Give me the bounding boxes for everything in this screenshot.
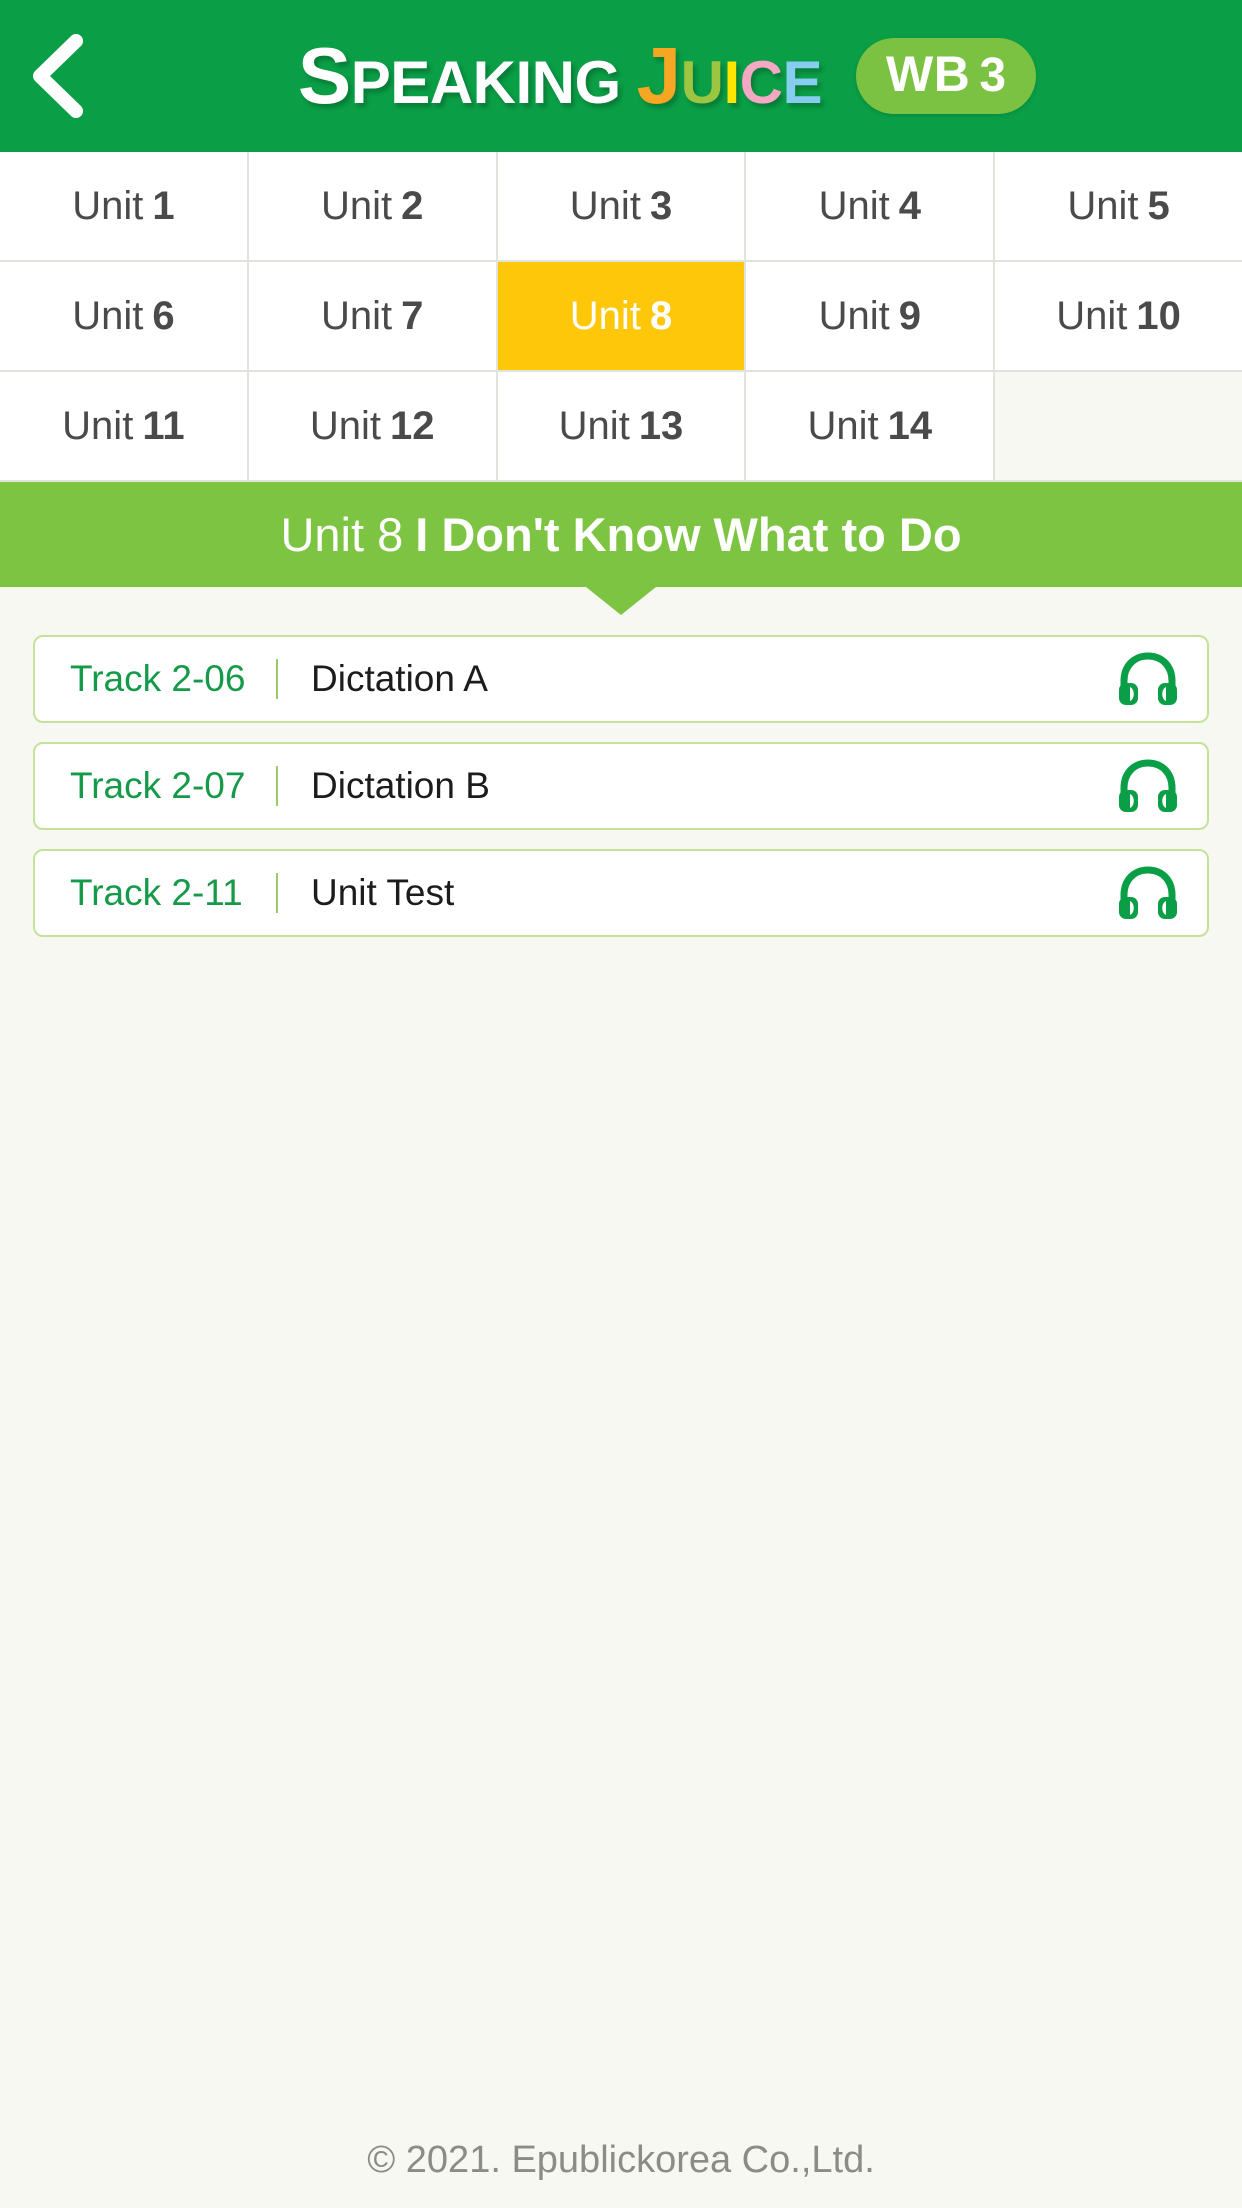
banner-unit-title: I Don't Know What to Do xyxy=(415,508,962,561)
unit-cell-prefix: Unit xyxy=(1056,293,1128,338)
unit-cell-number: 6 xyxy=(152,293,175,338)
logo-peaking: PEAKING xyxy=(350,49,621,116)
track-code: Track 2-11 xyxy=(70,872,243,913)
unit-cell-prefix: Unit xyxy=(72,293,144,338)
unit-cell-prefix: Unit xyxy=(72,183,144,228)
unit-cell-number: 4 xyxy=(898,183,921,228)
logo-i: I xyxy=(723,49,741,116)
unit-grid: Unit 1 Unit 2 Unit 3 Unit 4 Unit 5 Unit 6 Unit 7 Unit 8… xyxy=(0,152,1242,482)
unit-title-banner: Unit 8 I Don't Know What to Do xyxy=(0,482,1242,587)
logo-text: S PEAKING J U I C E xyxy=(297,31,823,120)
logo-c: C xyxy=(739,49,783,116)
unit-cell-prefix: Unit xyxy=(569,183,641,228)
logo-e: E xyxy=(782,49,823,116)
footer: © 2021. Epublickorea Co.,Ltd. xyxy=(0,2112,1242,2208)
track-name: Unit Test xyxy=(311,872,455,913)
unit-cell-prefix: Unit xyxy=(321,183,393,228)
headphones-icon xyxy=(1119,759,1177,812)
unit-cell-2[interactable]: Unit 2 xyxy=(248,152,496,260)
unit-cell-number: 7 xyxy=(401,293,424,338)
unit-cell-13[interactable]: Unit 13 xyxy=(497,372,745,480)
banner-unit-label: Unit 8 xyxy=(280,508,404,561)
unit-cell-number: 5 xyxy=(1147,183,1170,228)
unit-cell-5[interactable]: Unit 5 xyxy=(995,152,1242,260)
headphones-icon xyxy=(1119,866,1177,919)
unit-cell-prefix: Unit xyxy=(321,293,393,338)
unit-cell-14[interactable]: Unit 14 xyxy=(746,372,994,480)
chevron-left-icon xyxy=(33,34,83,118)
logo-u: U xyxy=(680,49,724,116)
track-list: Track 2-06 Dictation A Track 2-07 Dictation… xyxy=(0,587,1242,2112)
workbook-badge-label: WB xyxy=(886,46,971,102)
unit-cell-number: 1 xyxy=(152,183,175,228)
track-divider xyxy=(276,766,278,806)
track-name: Dictation B xyxy=(311,765,490,806)
back-button[interactable] xyxy=(0,0,110,152)
headphones-icon xyxy=(1119,652,1177,705)
unit-cell-number: 9 xyxy=(898,293,921,338)
unit-cell-number: 2 xyxy=(401,183,424,228)
track-row[interactable]: Track 2-06 Dictation A xyxy=(33,635,1209,723)
unit-cell-prefix: Unit xyxy=(1067,183,1139,228)
unit-cell-prefix: Unit xyxy=(62,403,134,448)
brand-logo: S PEAKING J U I C E WB 3 xyxy=(110,36,1242,116)
track-name: Dictation A xyxy=(311,658,488,699)
unit-cell-number: 14 xyxy=(887,403,933,448)
track-divider xyxy=(276,659,278,699)
unit-cell-prefix: Unit xyxy=(807,403,879,448)
unit-cell-11[interactable]: Unit 11 xyxy=(0,372,247,480)
unit-cell-number: 3 xyxy=(649,183,673,228)
unit-cell-number: 11 xyxy=(142,403,185,448)
app-screen: S PEAKING J U I C E WB 3 Unit 1 Unit 2 Unit 3 Unit 4 U… xyxy=(0,0,1242,2208)
unit-cell-8[interactable]: Unit 8 xyxy=(497,262,745,370)
unit-cell-empty xyxy=(995,372,1242,480)
logo-s: S xyxy=(297,31,351,120)
unit-cell-number: 13 xyxy=(638,403,684,448)
unit-cell-prefix: Unit xyxy=(818,183,890,228)
unit-cell-7[interactable]: Unit 7 xyxy=(248,262,496,370)
banner-pointer-arrow xyxy=(586,587,656,615)
unit-cell-4[interactable]: Unit 4 xyxy=(746,152,994,260)
unit-cell-number: 10 xyxy=(1136,293,1181,338)
play-audio-button[interactable] xyxy=(1117,651,1179,707)
unit-cell-9[interactable]: Unit 9 xyxy=(746,262,994,370)
unit-cell-prefix: Unit xyxy=(569,293,641,338)
copyright-text: © 2021. Epublickorea Co.,Ltd. xyxy=(367,2138,875,2181)
unit-cell-prefix: Unit xyxy=(558,403,630,448)
unit-cell-3[interactable]: Unit 3 xyxy=(497,152,745,260)
track-row[interactable]: Track 2-07 Dictation B xyxy=(33,742,1209,830)
track-row[interactable]: Track 2-11 Unit Test xyxy=(33,849,1209,937)
logo-j: J xyxy=(636,31,682,120)
workbook-badge[interactable]: WB 3 xyxy=(856,38,1037,114)
track-code: Track 2-07 xyxy=(70,765,246,806)
play-audio-button[interactable] xyxy=(1117,865,1179,921)
unit-cell-number: 8 xyxy=(649,293,673,338)
track-divider xyxy=(276,873,278,913)
unit-cell-number: 12 xyxy=(390,403,435,448)
app-header: S PEAKING J U I C E WB 3 xyxy=(0,0,1242,152)
unit-cell-10[interactable]: Unit 10 xyxy=(995,262,1242,370)
unit-cell-prefix: Unit xyxy=(818,293,890,338)
track-code: Track 2-06 xyxy=(70,658,246,699)
unit-cell-12[interactable]: Unit 12 xyxy=(248,372,496,480)
unit-cell-prefix: Unit xyxy=(309,403,382,448)
unit-cell-6[interactable]: Unit 6 xyxy=(0,262,247,370)
workbook-badge-number: 3 xyxy=(979,49,1007,102)
unit-title-banner-wrap: Unit 8 I Don't Know What to Do xyxy=(0,482,1242,615)
play-audio-button[interactable] xyxy=(1117,758,1179,814)
unit-cell-1[interactable]: Unit 1 xyxy=(0,152,247,260)
